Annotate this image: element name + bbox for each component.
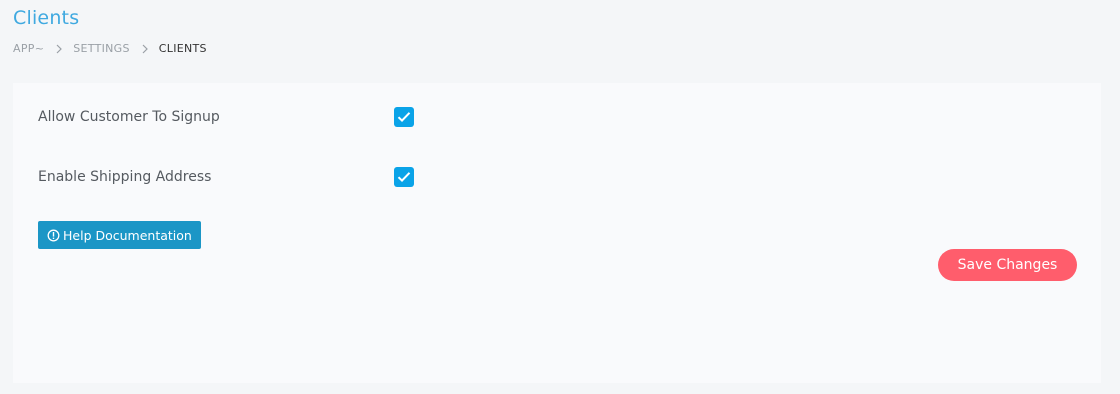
settings-card: Allow Customer To Signup Enable Shipping… [13, 83, 1101, 383]
chevron-right-icon [142, 44, 148, 54]
setting-row-allow-signup: Allow Customer To Signup [38, 107, 414, 127]
chevron-right-icon [56, 44, 63, 54]
setting-label-shipping-address: Enable Shipping Address [38, 169, 212, 185]
setting-label-allow-signup: Allow Customer To Signup [38, 109, 220, 125]
save-changes-label: Save Changes [957, 257, 1058, 273]
save-changes-button[interactable]: Save Changes [938, 249, 1077, 281]
setting-row-shipping-address: Enable Shipping Address [38, 167, 414, 187]
breadcrumb-item-app[interactable]: APP~ [13, 42, 44, 55]
help-documentation-label: Help Documentation [63, 227, 192, 243]
shipping-address-checkbox[interactable] [394, 167, 414, 187]
breadcrumb-item-clients: CLIENTS [158, 42, 207, 55]
info-circle-icon [47, 229, 60, 242]
allow-signup-checkbox[interactable] [394, 107, 414, 127]
help-documentation-button[interactable]: Help Documentation [38, 221, 201, 249]
breadcrumb: APP~ SETTINGS CLIENTS [13, 42, 207, 55]
breadcrumb-item-settings[interactable]: SETTINGS [73, 42, 130, 55]
check-icon [397, 172, 411, 183]
page-title: Clients [13, 7, 80, 29]
check-icon [397, 112, 411, 123]
